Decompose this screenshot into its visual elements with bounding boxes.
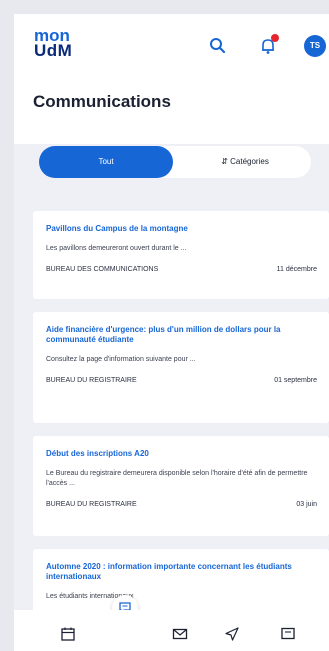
item-date: 01 septembre [274, 377, 317, 384]
app-logo[interactable]: mon UdM [34, 27, 73, 60]
filter-toggle: Tout ⇵ Catégories [39, 146, 311, 178]
item-meta: BUREAU DU REGISTRAIRE 01 septembre [46, 377, 317, 384]
item-date: 11 décembre [276, 266, 317, 273]
avatar[interactable]: TS [304, 35, 326, 57]
logo-line2: UdM [34, 41, 73, 60]
item-source: BUREAU DU REGISTRAIRE [46, 377, 137, 384]
item-title: Début des inscriptions A20 [46, 449, 149, 458]
item-date: 03 juin [296, 501, 317, 508]
item-source: BUREAU DU REGISTRAIRE [46, 501, 137, 508]
item-excerpt: Les pavillons demeureront ouvert durant … [46, 245, 187, 252]
item-title: Automne 2020 : information importante co… [46, 562, 292, 581]
search-icon[interactable] [208, 36, 228, 56]
notification-badge [271, 34, 279, 42]
item-title: Pavillons du Campus de la montagne [46, 224, 188, 233]
filter-categories-button[interactable]: ⇵ Catégories [179, 146, 311, 178]
bottom-nav [14, 610, 329, 651]
page-title: Communications [33, 92, 171, 111]
filter-icon: ⇵ [221, 157, 228, 166]
item-excerpt: Les étudiants internationaux [46, 593, 134, 600]
list-item[interactable]: Début des inscriptions A20 Le Bureau du … [33, 436, 329, 536]
item-meta: BUREAU DU REGISTRAIRE 03 juin [46, 501, 317, 508]
app-screen: mon UdM TS Communications Tout ⇵ Catégor… [14, 14, 329, 651]
send-icon[interactable] [224, 626, 240, 642]
communications-list: Pavillons du Campus de la montagne Les p… [33, 211, 329, 651]
item-title: Aide financière d'urgence: plus d'un mil… [46, 325, 281, 344]
item-excerpt: Le Bureau du registraire demeurera dispo… [46, 470, 308, 487]
item-source: BUREAU DES COMMUNICATIONS [46, 266, 159, 273]
item-excerpt: Consultez la page d'information suivante… [46, 356, 196, 363]
calendar-icon[interactable] [60, 626, 76, 642]
top-bar: mon UdM TS Communications [14, 14, 329, 144]
item-meta: BUREAU DES COMMUNICATIONS 11 décembre [46, 266, 317, 273]
list-item[interactable]: Pavillons du Campus de la montagne Les p… [33, 211, 329, 299]
filter-all-button[interactable]: Tout [39, 146, 173, 178]
screen-icon[interactable] [280, 626, 296, 642]
list-item[interactable]: Aide financière d'urgence: plus d'un mil… [33, 312, 329, 423]
mail-icon[interactable] [172, 626, 188, 642]
